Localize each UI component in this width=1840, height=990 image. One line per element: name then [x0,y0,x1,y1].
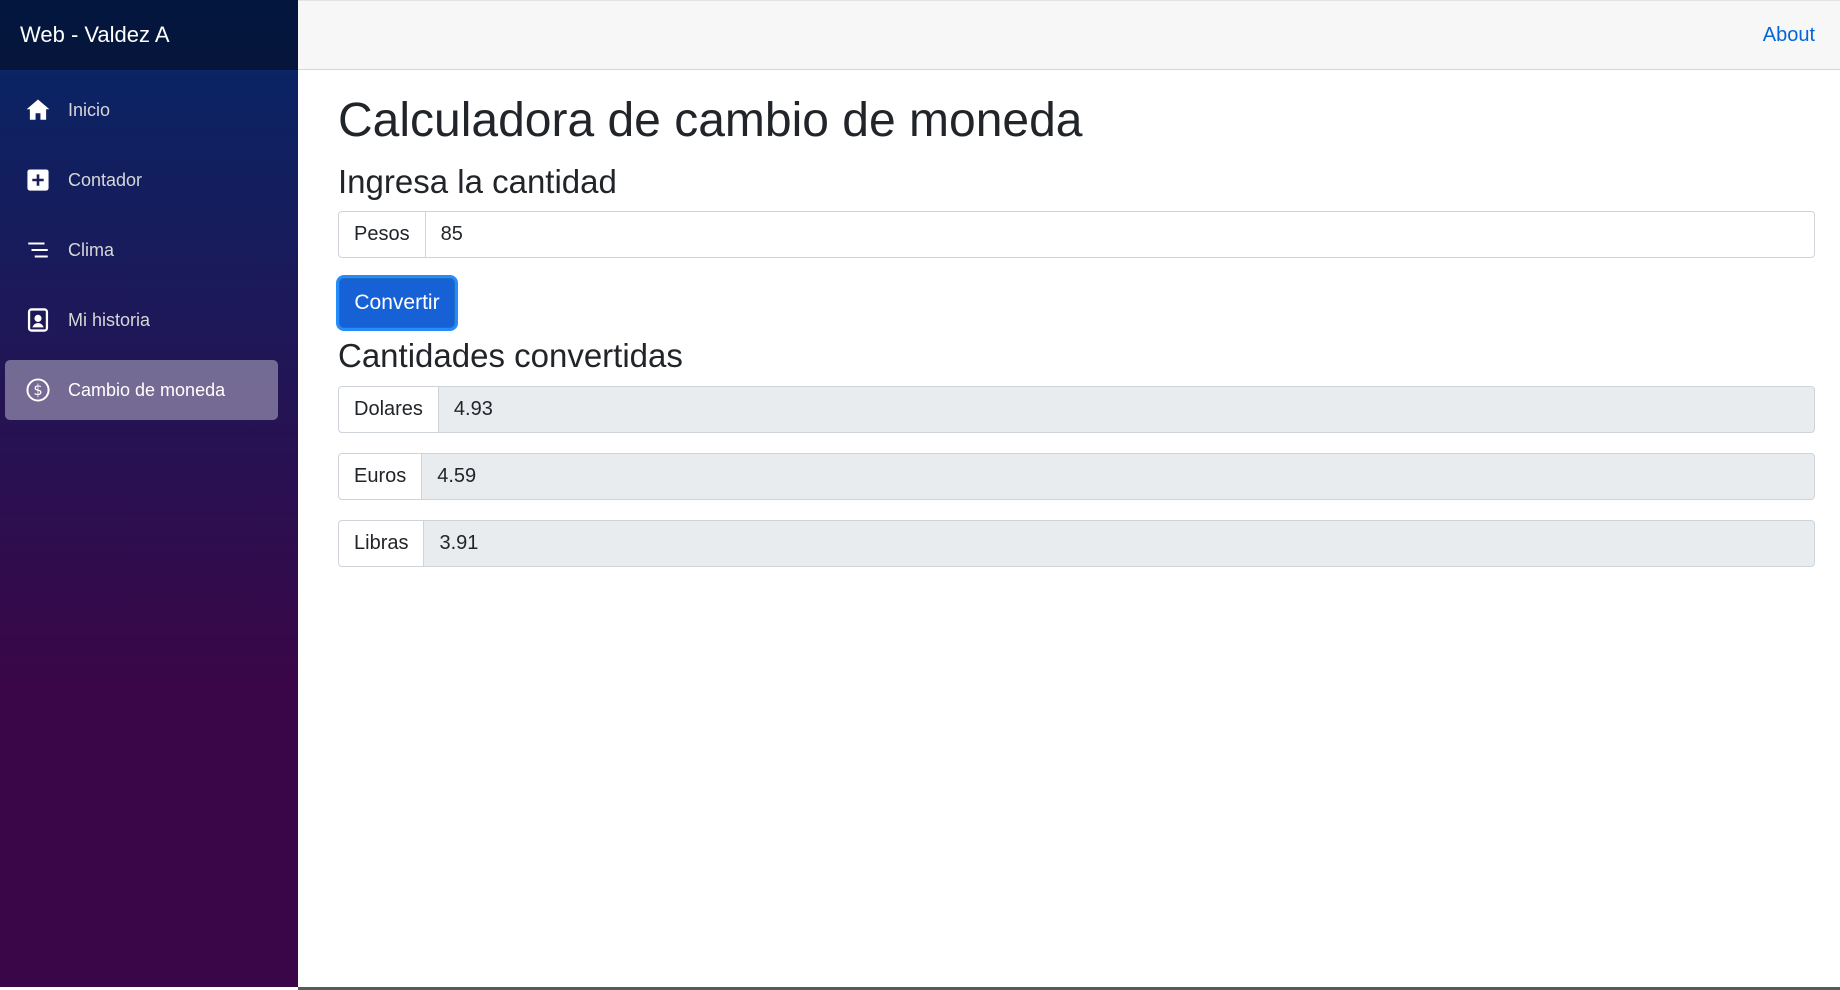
currency-dollar-icon: $ [24,376,52,404]
svg-text:$: $ [33,382,42,399]
about-link[interactable]: About [1763,24,1815,47]
brand-title[interactable]: Web - Valdez A [0,0,298,70]
pesos-input[interactable] [425,211,1815,259]
sidebar-item-label: Mi historia [68,309,151,330]
dolares-label: Dolares [338,385,439,433]
main-area: About Calculadora de cambio de moneda In… [298,0,1840,990]
libras-value: 3.91 [424,519,1815,567]
pesos-label: Pesos [338,211,426,259]
list-icon [24,236,52,264]
sidebar-item-clima[interactable]: Clima [5,220,278,280]
sidebar-item-label: Contador [68,169,143,190]
sidebar-item-label: Cambio de moneda [68,379,226,400]
dolares-value: 4.93 [438,385,1815,433]
sidebar-nav: Inicio Contador Clima Mi historia $ Camb… [0,70,298,420]
input-heading: Ingresa la cantidad [338,162,617,200]
sidebar-item-cambio-de-moneda[interactable]: $ Cambio de moneda [5,360,278,420]
top-bar: About [298,0,1840,70]
plus-icon [24,166,52,194]
pesos-input-group: Pesos [338,211,1815,259]
page-title: Calculadora de cambio de moneda [338,94,1083,147]
button-row: Convertir [338,278,1815,332]
euros-value: 4.59 [422,452,1815,500]
person-badge-icon [24,306,52,334]
app: Web - Valdez A Inicio Contador Clima Mi … [0,0,1840,990]
sidebar-item-label: Inicio [68,99,111,120]
libras-output-group: Libras 3.91 [338,519,1815,567]
sidebar-item-inicio[interactable]: Inicio [5,80,278,140]
page-content: Calculadora de cambio de moneda Ingresa … [298,70,1840,587]
results-heading: Cantidades convertidas [338,337,683,375]
sidebar: Web - Valdez A Inicio Contador Clima Mi … [0,0,298,987]
euros-output-group: Euros 4.59 [338,452,1815,500]
convert-button[interactable]: Convertir [339,278,455,329]
euros-label: Euros [338,452,423,500]
sidebar-item-mi-historia[interactable]: Mi historia [5,290,278,350]
sidebar-item-label: Clima [68,239,115,260]
home-icon [24,96,52,124]
sidebar-item-contador[interactable]: Contador [5,150,278,210]
dolares-output-group: Dolares 4.93 [338,385,1815,433]
libras-label: Libras [338,519,425,567]
